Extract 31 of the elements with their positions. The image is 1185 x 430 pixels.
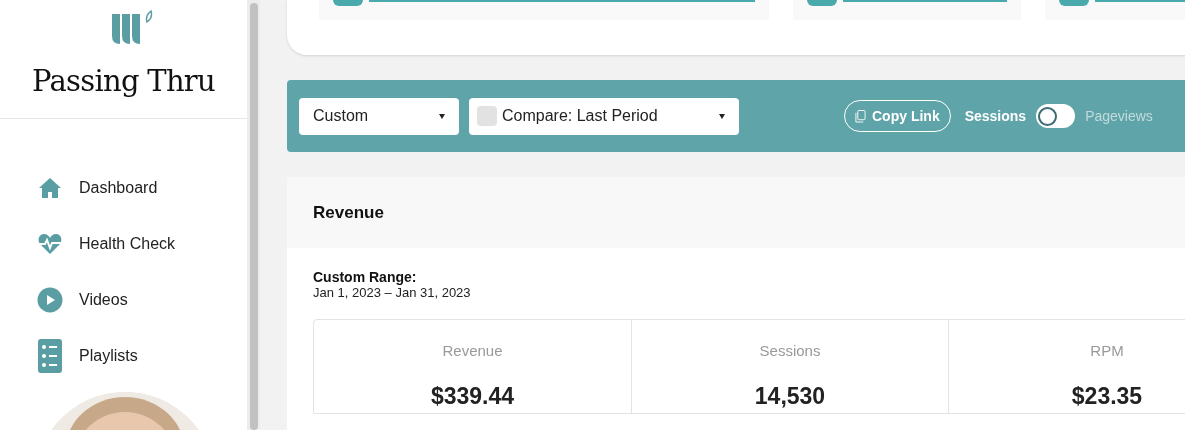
stat-label: RPM bbox=[1090, 341, 1124, 361]
caret-icon bbox=[719, 113, 725, 119]
range-select[interactable]: Custom bbox=[299, 97, 459, 135]
tile-icon bbox=[333, 0, 363, 6]
stat-value: $339.44 bbox=[430, 381, 515, 411]
toggle-label: Sessions bbox=[964, 106, 1027, 126]
tile-icon bbox=[1059, 0, 1089, 6]
stat-label: Sessions bbox=[759, 341, 821, 361]
range-dates: Jan 1, 2023 – Jan 31, 2023 bbox=[313, 285, 471, 301]
tile-icon bbox=[807, 0, 837, 6]
compare-select[interactable]: Compare: Last Period bbox=[469, 97, 739, 135]
nav-item[interactable]: Videos bbox=[37, 286, 247, 314]
brand-name: Passing Thru bbox=[32, 63, 215, 100]
list-icon bbox=[37, 339, 63, 373]
panel-title: Revenue bbox=[313, 201, 384, 224]
heartbeat-icon bbox=[37, 231, 63, 257]
stat-value: $23.35 bbox=[1071, 381, 1143, 411]
scrollbar-thumb[interactable] bbox=[249, 3, 258, 430]
range-label: Custom Range: bbox=[313, 269, 417, 285]
compare-checkbox[interactable] bbox=[477, 106, 497, 126]
metric-toggle[interactable] bbox=[1036, 104, 1076, 128]
nav-item[interactable]: Playlists bbox=[37, 342, 247, 370]
play-icon bbox=[37, 287, 63, 313]
nav-item[interactable]: Dashboard bbox=[37, 174, 247, 202]
stat-label: Revenue bbox=[442, 341, 503, 361]
toggle-label: Pageviews bbox=[1085, 106, 1153, 126]
nav-item[interactable]: Health Check bbox=[37, 230, 247, 258]
home-icon bbox=[37, 175, 63, 201]
copy-icon bbox=[855, 109, 866, 123]
stat-value: 14,530 bbox=[754, 381, 826, 411]
caret-icon bbox=[439, 113, 445, 119]
